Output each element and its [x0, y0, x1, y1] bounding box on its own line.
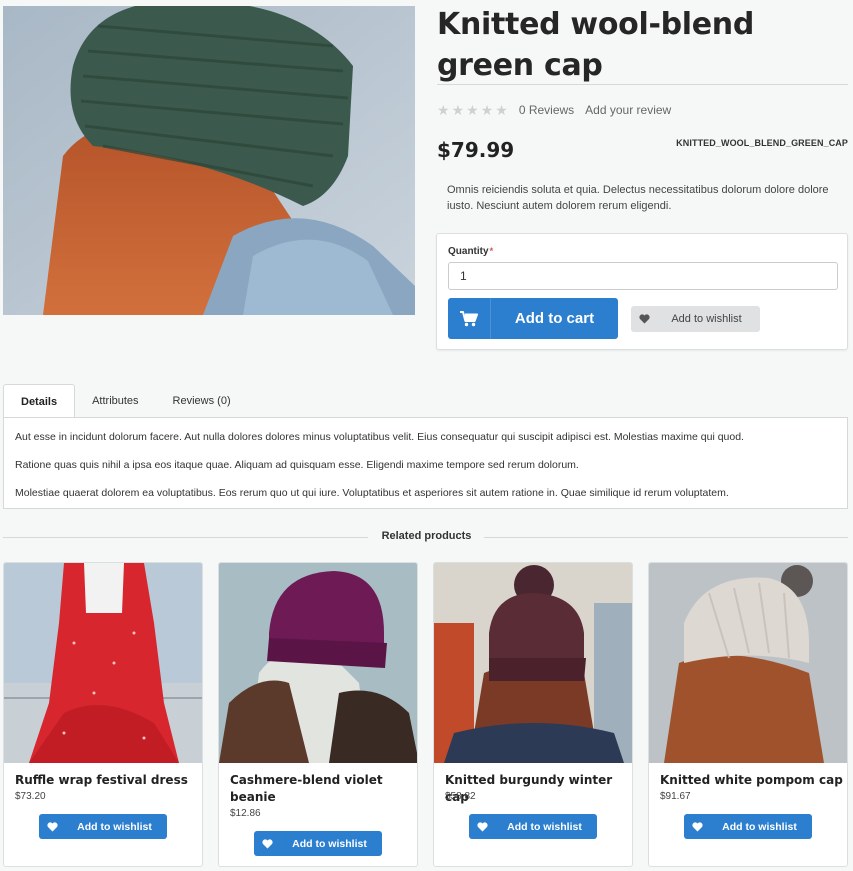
add-review-link[interactable]: Add your review [585, 103, 671, 117]
details-paragraph: Ratione quas quis nihil a ipsa eos itaqu… [15, 459, 579, 471]
product-title: Knitted wool-blend green cap [437, 7, 755, 83]
tab-details[interactable]: Details [3, 384, 76, 419]
related-product-price: $58.82 [445, 791, 476, 802]
star-icon: ★ [437, 102, 450, 118]
quantity-label: Quantity* [448, 246, 493, 257]
required-mark: * [489, 246, 494, 256]
related-wishlist-button[interactable]: Add to wishlist [39, 814, 167, 839]
tab-attributes[interactable]: Attributes [75, 384, 155, 418]
quantity-label-text: Quantity [448, 246, 489, 257]
related-product-image[interactable] [434, 563, 633, 763]
add-to-cart-label: Add to cart [514, 310, 595, 327]
related-product-card[interactable]: Knitted white pompom cap $91.67 Add to w… [648, 562, 848, 867]
short-description: Omnis reiciendis soluta et quia. Delectu… [447, 184, 829, 212]
cart-icon [448, 298, 491, 339]
star-icon: ★ [466, 102, 479, 118]
tab-reviews[interactable]: Reviews (0) [156, 384, 248, 418]
add-to-wishlist-button[interactable]: Add to wishlist [631, 306, 760, 332]
related-product-price: $12.86 [230, 808, 261, 819]
heart-icon [254, 838, 281, 849]
related-product-image[interactable] [219, 563, 418, 763]
related-wishlist-label: Add to wishlist [292, 837, 367, 850]
related-product-name[interactable]: Cashmere-blend violet beanie [230, 772, 416, 806]
related-products-title: Related products [381, 530, 472, 542]
product-sku: KNITTED_WOOL_BLEND_GREEN_CAP [676, 138, 848, 148]
quantity-input[interactable] [448, 262, 838, 290]
related-product-image[interactable] [649, 563, 848, 763]
related-wishlist-label: Add to wishlist [722, 820, 797, 833]
related-product-image[interactable] [4, 563, 203, 763]
reviews-count-link[interactable]: 0 Reviews [519, 103, 574, 117]
add-to-cart-button[interactable]: Add to cart [448, 298, 618, 339]
related-product-price: $91.67 [660, 791, 691, 802]
related-product-card[interactable]: Knitted burgundy winter cap $58.82 Add t… [433, 562, 633, 867]
add-to-wishlist-label: Add to wishlist [671, 313, 742, 325]
heart-icon [39, 821, 66, 832]
heart-icon [631, 314, 657, 324]
related-wishlist-button[interactable]: Add to wishlist [684, 814, 812, 839]
details-panel: Aut esse in incidunt dolorum facere. Aut… [3, 417, 848, 509]
related-product-name[interactable]: Knitted white pompom cap [660, 772, 846, 789]
related-wishlist-button[interactable]: Add to wishlist [469, 814, 597, 839]
related-wishlist-button[interactable]: Add to wishlist [254, 831, 382, 856]
related-product-card[interactable]: Cashmere-blend violet beanie $12.86 Add … [218, 562, 418, 867]
rating-stars[interactable]: ★ ★ ★ ★ ★ [437, 103, 508, 117]
title-divider [437, 84, 848, 85]
related-wishlist-label: Add to wishlist [507, 820, 582, 833]
related-product-name[interactable]: Ruffle wrap festival dress [15, 772, 201, 789]
related-wishlist-label: Add to wishlist [77, 820, 152, 833]
star-icon: ★ [480, 102, 494, 118]
star-icon: ★ [451, 102, 465, 118]
product-price: $79.99 [437, 138, 515, 162]
heart-icon [684, 821, 711, 832]
star-icon: ★ [495, 102, 508, 118]
details-paragraph: Molestiae quaerat dolorem ea voluptatibu… [15, 487, 729, 499]
related-product-price: $73.20 [15, 791, 46, 802]
heart-icon [469, 821, 496, 832]
product-tabs: Details Attributes Reviews (0) [3, 384, 248, 419]
details-paragraph: Aut esse in incidunt dolorum facere. Aut… [15, 431, 744, 443]
related-product-card[interactable]: Ruffle wrap festival dress $73.20 Add to… [3, 562, 203, 867]
add-to-cart-form: Quantity* Add to cart Add to wishlist [436, 233, 848, 350]
rating-row: ★ ★ ★ ★ ★ 0 Reviews Add your review [437, 102, 671, 118]
product-main-image[interactable] [3, 6, 415, 315]
